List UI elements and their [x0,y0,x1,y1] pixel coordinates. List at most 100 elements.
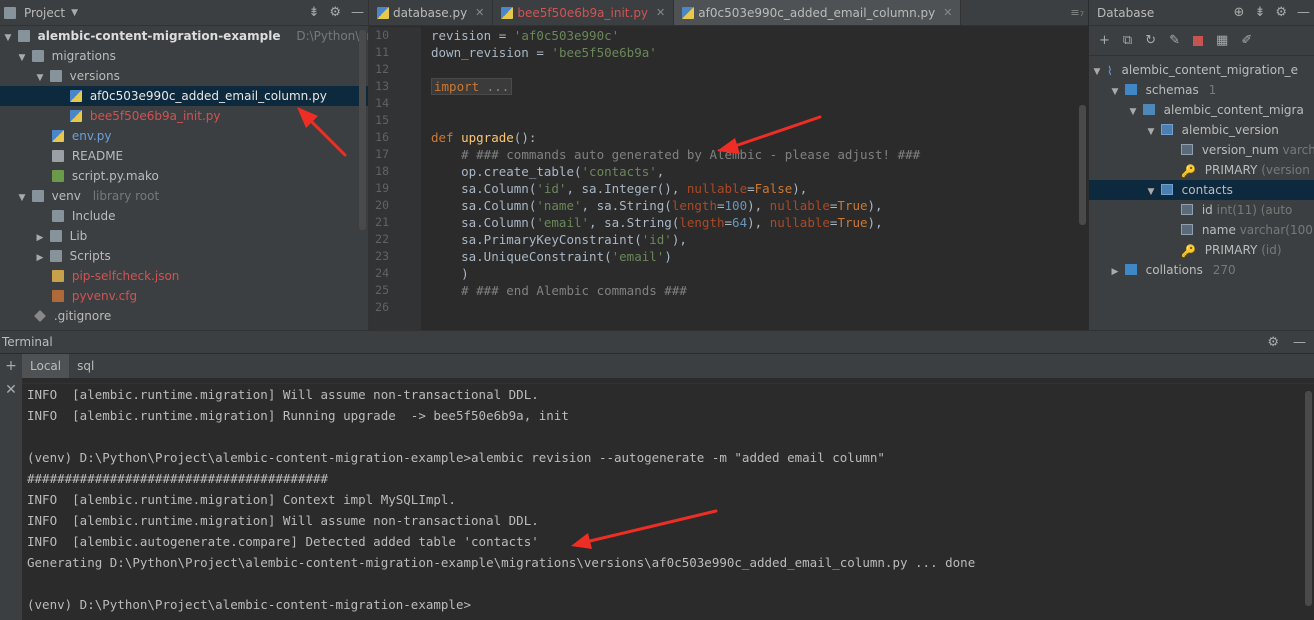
editor-scrollbar[interactable] [1079,105,1086,225]
folder-icon [49,250,62,262]
code-line: 26 [369,299,1088,316]
db-item-column[interactable]: version_num varch [1089,140,1314,160]
tree-item-env[interactable]: env.py [0,126,368,146]
close-icon[interactable]: ✕ [475,6,484,19]
code-area[interactable]: 10 revision = 'af0c503e990c' 11 down_revis… [369,27,1088,330]
minimize-icon[interactable]: — [351,5,364,20]
db-item-column[interactable]: id int(11) (auto [1089,200,1314,220]
db-item-key[interactable]: 🔑 PRIMARY (version [1089,160,1314,180]
tab-overflow-button[interactable]: ≡₇ [1066,0,1088,25]
expand-icon[interactable]: ▼ [1091,62,1103,82]
tree-item-script-mako[interactable]: script.py.mako [0,166,368,186]
collapse-all-icon[interactable]: ⇟ [1254,5,1265,20]
edit-settings-icon[interactable]: ✎ [1169,33,1180,48]
tree-item-label: Lib [69,229,88,243]
tab-sql[interactable]: sql [69,354,102,378]
close-icon[interactable]: ✕ [656,6,665,19]
tree-item-pip-selfcheck[interactable]: pip-selfcheck.json [0,266,368,286]
globe-icon[interactable]: ⊕ [1234,5,1245,20]
close-icon[interactable]: ✕ [0,378,22,402]
expand-icon[interactable]: ▼ [34,68,46,88]
chevron-down-icon[interactable]: ▼ [71,8,78,18]
tree-item-pyvenv[interactable]: pyvenv.cfg [0,286,368,306]
folded-imports[interactable]: import ... [431,78,513,95]
gear-icon[interactable]: ⚙ [1275,5,1287,20]
expand-icon[interactable]: ▼ [2,28,14,48]
terminal-line: INFO [alembic.runtime.migration] Will as… [27,513,539,528]
expand-icon[interactable]: ▼ [16,188,28,208]
stop-icon[interactable] [1193,35,1204,46]
collapse-all-icon[interactable]: ⇟ [308,5,319,20]
database-toolbar: + ⧉ ↻ ✎ ▦ ✐ [1089,26,1314,56]
db-item-schema[interactable]: ▼ alembic_content_migra [1089,100,1314,120]
db-item-label: id [1201,203,1213,217]
expand-icon[interactable]: ▶ [34,228,46,248]
terminal-output[interactable]: INFO [alembic.runtime.migration] Will as… [22,383,1314,620]
table-view-icon[interactable]: ▦ [1216,33,1228,48]
db-item-alembic-version[interactable]: ▼ alembic_version [1089,120,1314,140]
tree-item-root[interactable]: ▼ alembic-content-migration-example D:\P… [0,26,368,46]
expand-icon[interactable]: ▼ [1145,122,1157,142]
code-editor: database.py ✕ bee5f50e6b9a_init.py ✕ af0… [368,0,1088,330]
add-icon[interactable]: + [0,354,22,378]
gear-icon[interactable]: ⚙ [1267,335,1279,350]
terminal-scrollbar[interactable] [1305,391,1312,606]
tree-item-readme[interactable]: README [0,146,368,166]
expand-icon[interactable]: ▶ [34,248,46,268]
tree-item-lib[interactable]: ▶ Lib [0,226,368,246]
refresh-icon[interactable]: ↻ [1145,33,1156,48]
copy-icon[interactable]: ⧉ [1123,33,1132,48]
db-item-label: PRIMARY [1204,163,1258,177]
line-number: 23 [375,249,389,263]
db-item-contacts[interactable]: ▼ contacts [1089,180,1314,200]
minimize-icon[interactable]: — [1297,5,1310,20]
db-item-column[interactable]: name varchar(100 [1089,220,1314,240]
tab-added-email-column-py[interactable]: af0c503e990c_added_email_column.py ✕ [674,0,962,25]
tree-item-gitignore[interactable]: .gitignore [0,306,368,326]
code-line: 20 sa.Column('name', sa.String(length=10… [369,197,1088,214]
tree-item-venv[interactable]: ▼ venv library root [0,186,368,206]
db-item-schemas[interactable]: ▼ schemas 1 [1089,80,1314,100]
python-file-icon [682,6,695,19]
folder-icon [1124,264,1137,275]
tree-item-label: af0c503e990c_added_email_column.py [89,89,327,103]
project-icon [4,6,16,19]
tree-item-label: venv [51,189,81,203]
tree-item-scripts[interactable]: ▶ Scripts [0,246,368,266]
db-item-collations[interactable]: ▶ collations 270 [1089,260,1314,280]
tree-item-added-email-column[interactable]: af0c503e990c_added_email_column.py [0,86,368,106]
project-panel-title[interactable]: Project [24,6,65,20]
gear-icon[interactable]: ⚙ [329,5,341,20]
tab-label: database.py [393,5,468,20]
line-number: 19 [375,181,389,195]
cfg-file-icon [52,290,64,302]
tree-item-label: .gitignore [53,309,112,323]
add-icon[interactable]: + [1099,33,1110,48]
tree-item-label: bee5f50e6b9a_init.py [89,109,221,123]
db-item-label: version_num [1201,143,1279,157]
tree-item-include[interactable]: Include [0,206,368,226]
expand-icon[interactable]: ▶ [1109,262,1121,282]
db-item-datasource[interactable]: ▼ ⌇ alembic_content_migration_e [1089,60,1314,80]
tab-local[interactable]: Local [22,354,70,378]
project-scrollbar[interactable] [359,30,366,230]
tab-init-py[interactable]: bee5f50e6b9a_init.py ✕ [493,0,675,25]
db-item-key[interactable]: 🔑 PRIMARY (id) [1089,240,1314,260]
expand-icon[interactable]: ▼ [1127,102,1139,122]
tree-item-versions[interactable]: ▼ versions [0,66,368,86]
tree-item-init[interactable]: bee5f50e6b9a_init.py [0,106,368,126]
edit-icon[interactable]: ✐ [1241,33,1252,48]
line-number: 11 [375,45,389,59]
terminal-prompt: (venv) D:\Python\Project\alembic-content… [27,597,472,612]
tab-database-py[interactable]: database.py ✕ [369,0,494,25]
expand-icon[interactable]: ▼ [16,48,28,68]
close-icon[interactable]: ✕ [943,6,952,19]
line-number: 26 [375,300,389,314]
expand-icon[interactable]: ▼ [1145,182,1157,202]
expand-icon[interactable]: ▼ [1109,82,1121,102]
code-line: 13 import ... [369,78,1088,95]
minimize-icon[interactable]: — [1293,335,1306,350]
db-item-label: collations [1145,263,1203,277]
tree-item-migrations[interactable]: ▼ migrations [0,46,368,66]
